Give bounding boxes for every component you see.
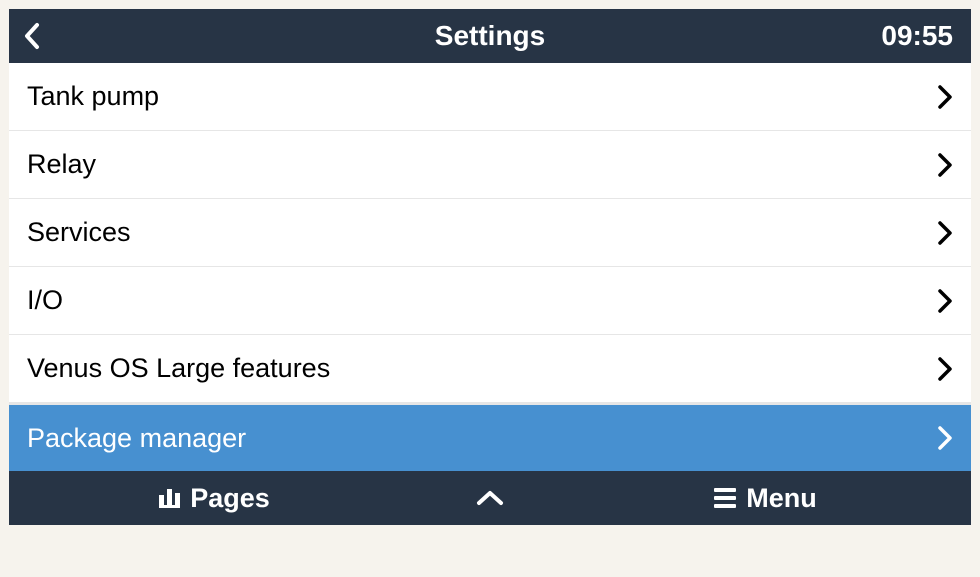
back-button[interactable]	[23, 22, 41, 50]
chevron-right-icon	[937, 425, 953, 451]
chevron-right-icon	[937, 288, 953, 314]
hamburger-icon	[714, 488, 736, 508]
bar-chart-icon	[159, 489, 180, 508]
list-item-label: Venus OS Large features	[27, 353, 330, 384]
list-item-label: I/O	[27, 285, 63, 316]
list-item-relay[interactable]: Relay	[9, 131, 971, 199]
chevron-right-icon	[937, 152, 953, 178]
pages-button[interactable]: Pages	[9, 471, 420, 525]
menu-button[interactable]: Menu	[560, 471, 971, 525]
chevron-right-icon	[937, 220, 953, 246]
header-bar: Settings 09:55	[9, 9, 971, 63]
list-item-venus-os-large[interactable]: Venus OS Large features	[9, 335, 971, 403]
list-item-tank-pump[interactable]: Tank pump	[9, 63, 971, 131]
menu-label: Menu	[746, 483, 817, 514]
scroll-up-button[interactable]	[420, 489, 560, 507]
settings-list: Tank pump Relay Services I/O Venus OS La	[9, 63, 971, 471]
list-item-services[interactable]: Services	[9, 199, 971, 267]
header-time: 09:55	[881, 20, 953, 52]
chevron-up-icon	[475, 489, 505, 507]
page-title: Settings	[9, 20, 971, 52]
list-item-label: Relay	[27, 149, 96, 180]
chevron-right-icon	[937, 356, 953, 382]
list-item-package-manager[interactable]: Package manager	[9, 403, 971, 471]
list-item-label: Package manager	[27, 423, 246, 454]
footer-bar: Pages Menu	[9, 471, 971, 525]
list-item-label: Services	[27, 217, 131, 248]
pages-label: Pages	[190, 483, 270, 514]
chevron-left-icon	[23, 22, 41, 50]
app-frame: Settings 09:55 Tank pump Relay Services …	[9, 9, 971, 525]
chevron-right-icon	[937, 84, 953, 110]
list-item-io[interactable]: I/O	[9, 267, 971, 335]
list-item-label: Tank pump	[27, 81, 159, 112]
